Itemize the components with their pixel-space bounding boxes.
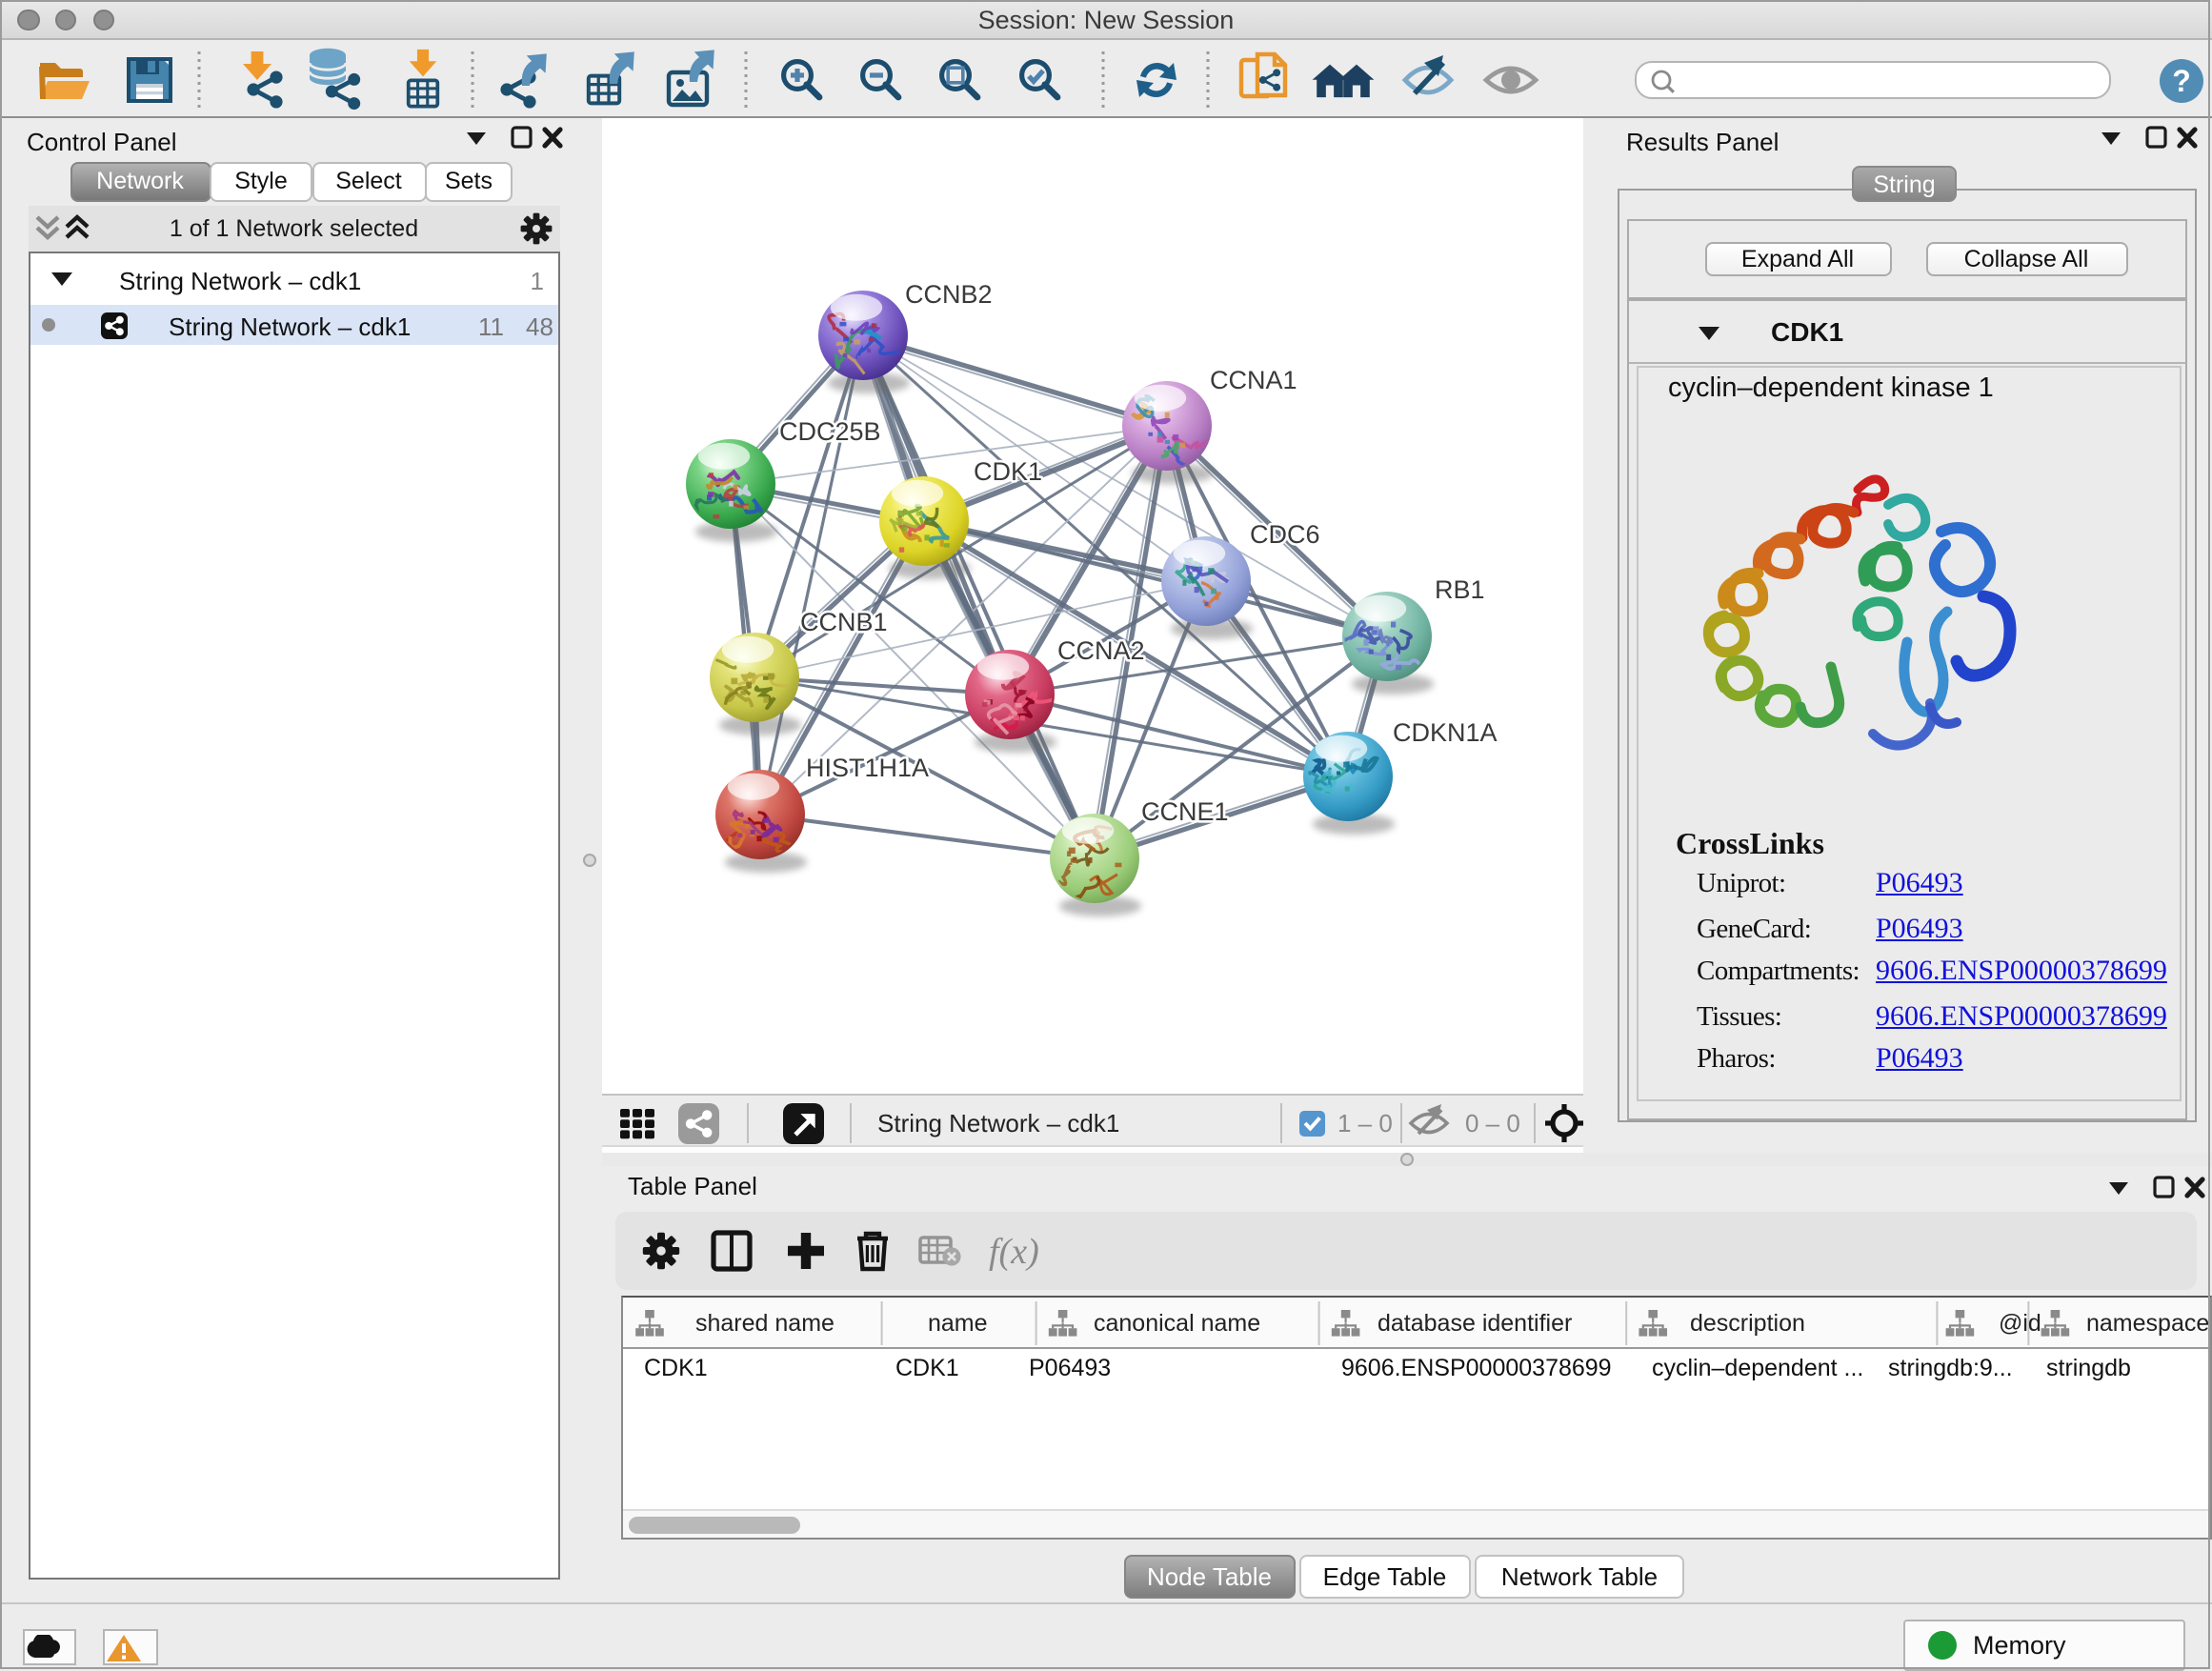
svg-text:0 – 0: 0 – 0	[1464, 1108, 1519, 1137]
svg-text:CDC6: CDC6	[1249, 520, 1319, 549]
svg-text:CCNB2: CCNB2	[904, 280, 992, 309]
svg-text:name: name	[928, 1310, 988, 1337]
svg-text:?: ?	[2172, 64, 2191, 98]
svg-text:description: description	[1690, 1310, 1805, 1337]
svg-text:canonical name: canonical name	[1094, 1310, 1260, 1337]
svg-text:CCNB1: CCNB1	[799, 608, 887, 636]
svg-text:CDKN1A: CDKN1A	[1392, 718, 1497, 747]
svg-text:database identifier: database identifier	[1377, 1310, 1572, 1337]
svg-text:@id: @id	[1999, 1310, 2041, 1337]
svg-text:f(x): f(x)	[988, 1231, 1038, 1271]
svg-text:CDC25B: CDC25B	[778, 417, 880, 446]
svg-text:CCNA2: CCNA2	[1056, 636, 1144, 665]
svg-text:HIST1H1A: HIST1H1A	[805, 754, 928, 782]
svg-text:CCNA1: CCNA1	[1209, 366, 1297, 394]
svg-text:CDK1: CDK1	[973, 457, 1041, 486]
svg-text:String Network – cdk1: String Network – cdk1	[876, 1108, 1118, 1137]
svg-text:RB1: RB1	[1434, 575, 1484, 604]
svg-text:1 – 0: 1 – 0	[1337, 1108, 1392, 1137]
svg-text:CCNE1: CCNE1	[1140, 797, 1228, 826]
svg-text:shared name: shared name	[695, 1310, 835, 1337]
svg-text:namespace: namespace	[2086, 1310, 2209, 1337]
